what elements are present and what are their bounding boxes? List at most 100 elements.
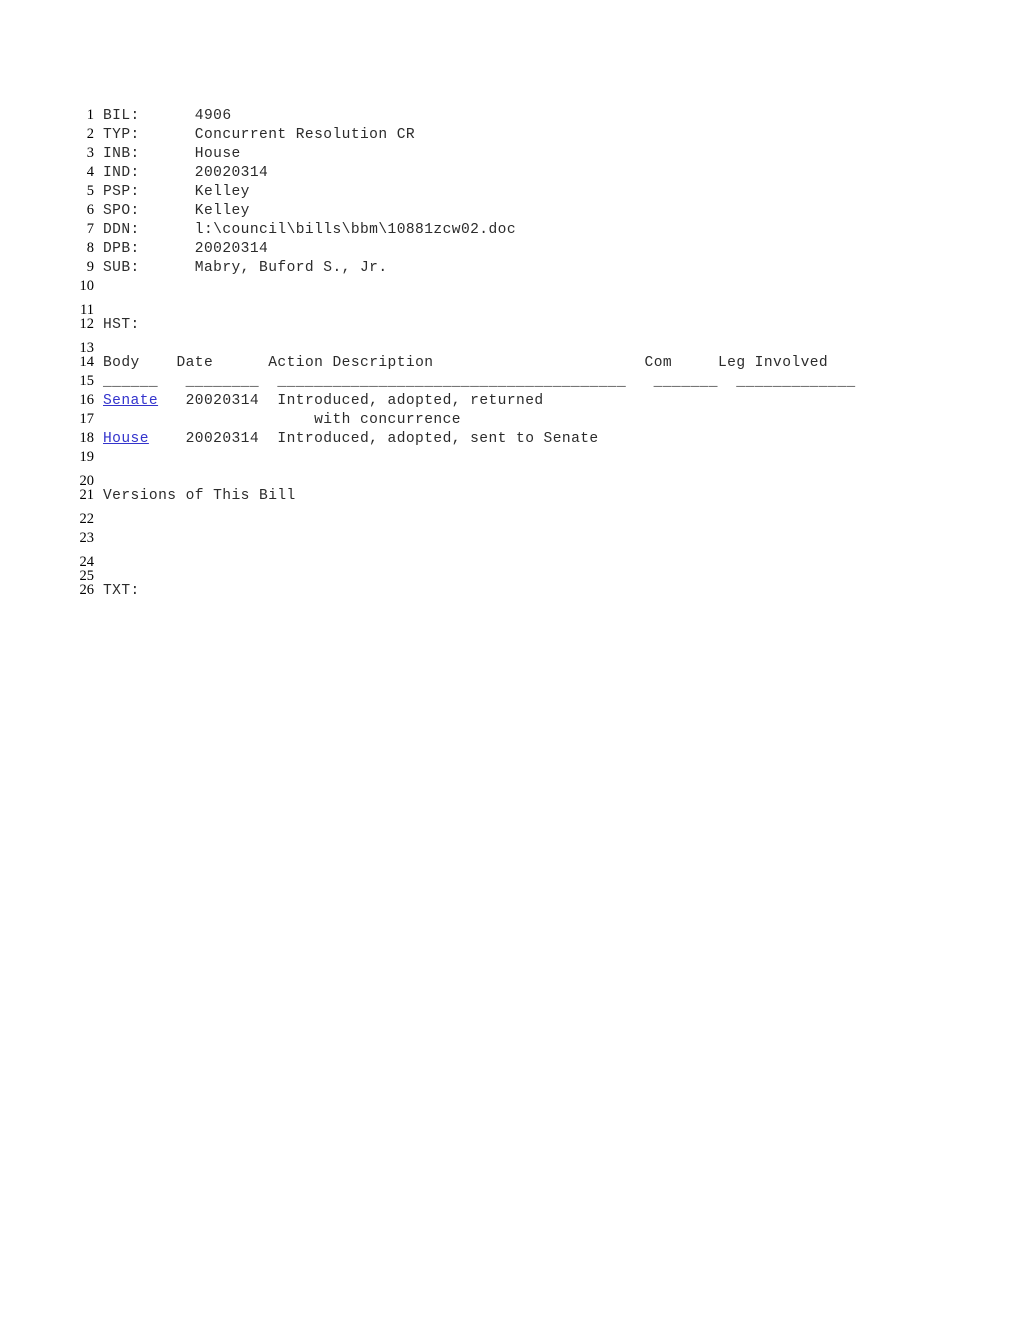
table-row: 17 with concurrence bbox=[70, 410, 950, 429]
line-number: 14 bbox=[79, 354, 95, 370]
field-gap bbox=[140, 127, 195, 143]
history-table-header: Body Date Action Description Com Leg Inv… bbox=[94, 354, 950, 373]
field-gap bbox=[140, 108, 195, 124]
listing-line: 8 DPB: 20020314 bbox=[70, 239, 950, 258]
listing-line: 12 HST: bbox=[70, 315, 950, 339]
field-key: IND: bbox=[103, 165, 140, 181]
line-number: 8 bbox=[86, 240, 94, 256]
field-typ: TYP: Concurrent Resolution CR bbox=[94, 126, 950, 145]
field-gap bbox=[140, 146, 195, 162]
line-number: 22 bbox=[79, 511, 95, 527]
field-dpb: DPB: 20020314 bbox=[94, 240, 950, 259]
line-number: 16 bbox=[79, 392, 95, 408]
body-link-senate[interactable]: Senate bbox=[103, 393, 158, 409]
field-value: Concurrent Resolution CR bbox=[194, 127, 416, 143]
cell-gap bbox=[259, 393, 277, 409]
listing-line: 9 SUB: Mabry, Buford S., Jr. bbox=[70, 258, 950, 277]
cell-action: with concurrence bbox=[314, 412, 461, 428]
field-value: Kelley bbox=[194, 184, 250, 200]
field-value: Mabry, Buford S., Jr. bbox=[194, 260, 388, 276]
cell-action: Introduced, adopted, sent to Senate bbox=[277, 431, 599, 447]
field-key: INB: bbox=[103, 146, 140, 162]
listing-line: 25 bbox=[70, 567, 950, 584]
listing-line: 7 DDN: l:\council\bills\bbm\10881zcw02.d… bbox=[70, 220, 950, 239]
field-gap bbox=[140, 184, 195, 200]
field-ddn: DDN: l:\council\bills\bbm\10881zcw02.doc bbox=[94, 221, 950, 240]
line-number: 2 bbox=[86, 126, 94, 142]
listing-line: 15 ______ ________ _____________________… bbox=[70, 372, 950, 391]
listing-line: 14 Body Date Action Description Com Leg … bbox=[70, 353, 950, 372]
field-key: SUB: bbox=[103, 260, 140, 276]
header-gap bbox=[140, 355, 177, 371]
listing-line: 6 SPO: Kelley bbox=[70, 201, 950, 220]
field-gap bbox=[140, 241, 195, 257]
header-gap bbox=[672, 355, 718, 371]
field-value: 4906 bbox=[194, 108, 232, 124]
listing-line: 22 bbox=[70, 510, 950, 529]
line-number: 4 bbox=[86, 164, 94, 180]
line-number: 18 bbox=[79, 430, 95, 446]
history-row-house: House 20020314 Introduced, adopted, sent… bbox=[94, 430, 950, 449]
history-table-separator: ______ ________ ________________________… bbox=[103, 374, 856, 390]
listing-line: 20 bbox=[70, 472, 950, 489]
listing-line: 13 bbox=[70, 339, 950, 356]
field-value: House bbox=[194, 146, 241, 162]
listing-line: 5 PSP: Kelley bbox=[70, 182, 950, 201]
listing-line: 23 bbox=[70, 529, 950, 553]
field-bil: BIL: 4906 bbox=[94, 107, 950, 126]
column-header-action: Action Description bbox=[268, 355, 434, 371]
line-number: 10 bbox=[79, 278, 95, 294]
field-value: 20020314 bbox=[194, 165, 269, 181]
field-value: 20020314 bbox=[194, 241, 269, 257]
listing-line: 4 IND: 20020314 bbox=[70, 163, 950, 182]
text-label: TXT: bbox=[103, 583, 140, 599]
listing-line: 2 TYP: Concurrent Resolution CR bbox=[70, 125, 950, 144]
line-number: 5 bbox=[86, 183, 94, 199]
listing-line: 26 TXT: bbox=[70, 581, 950, 605]
header-gap bbox=[433, 355, 644, 371]
line-number: 7 bbox=[86, 221, 94, 237]
line-number: 6 bbox=[86, 202, 94, 218]
field-key: DDN: bbox=[103, 222, 140, 238]
body-link-house[interactable]: House bbox=[103, 431, 149, 447]
table-row: 18 House 20020314 Introduced, adopted, s… bbox=[70, 429, 950, 448]
line-number: 9 bbox=[86, 259, 94, 275]
field-key: DPB: bbox=[103, 241, 140, 257]
cell-date: 20020314 bbox=[185, 393, 260, 409]
cell-gap bbox=[158, 393, 186, 409]
field-sub: SUB: Mabry, Buford S., Jr. bbox=[94, 259, 950, 278]
table-row: 16 Senate 20020314 Introduced, adopted, … bbox=[70, 391, 950, 410]
history-row-continuation: with concurrence bbox=[94, 411, 950, 430]
field-inb: INB: House bbox=[94, 145, 950, 164]
field-gap bbox=[140, 260, 195, 276]
field-value: Kelley bbox=[194, 203, 250, 219]
cell-date: 20020314 bbox=[185, 431, 260, 447]
line-number: 21 bbox=[79, 487, 95, 503]
line-number: 19 bbox=[79, 449, 95, 465]
header-gap bbox=[213, 355, 268, 371]
line-number: 3 bbox=[86, 145, 94, 161]
line-number: 1 bbox=[86, 107, 94, 123]
field-gap bbox=[140, 165, 195, 181]
listing-line: 24 bbox=[70, 553, 950, 570]
page-canvas: 1 BIL: 4906 2 TYP: Concurrent Resolution… bbox=[0, 0, 1020, 1320]
listing-line: 3 INB: House bbox=[70, 144, 950, 163]
listing-line: 19 bbox=[70, 448, 950, 472]
field-ind: IND: 20020314 bbox=[94, 164, 950, 183]
field-key: PSP: bbox=[103, 184, 140, 200]
field-key: BIL: bbox=[103, 108, 140, 124]
column-header-leg: Leg Involved bbox=[717, 355, 829, 371]
bill-listing: 1 BIL: 4906 2 TYP: Concurrent Resolution… bbox=[70, 106, 950, 605]
field-spo: SPO: Kelley bbox=[94, 202, 950, 221]
line-number: 17 bbox=[79, 411, 95, 427]
listing-line: 10 bbox=[70, 277, 950, 301]
history-row-senate: Senate 20020314 Introduced, adopted, ret… bbox=[94, 392, 950, 411]
cell-action: Introduced, adopted, returned bbox=[277, 393, 544, 409]
field-gap bbox=[140, 203, 195, 219]
cell-gap bbox=[103, 412, 314, 428]
cell-gap bbox=[149, 431, 186, 447]
column-header-body: Body bbox=[103, 355, 140, 371]
listing-line: 21 Versions of This Bill bbox=[70, 486, 950, 510]
